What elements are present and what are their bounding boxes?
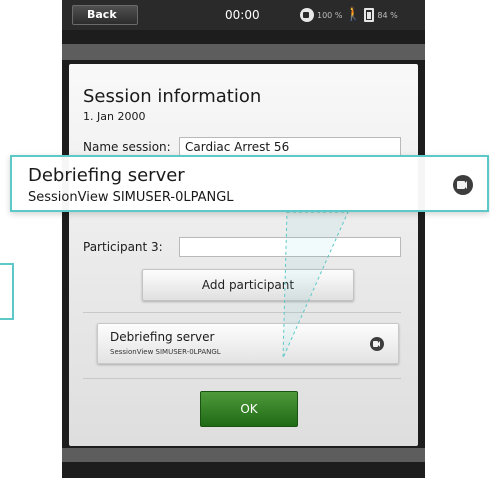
back-button[interactable]: Back — [72, 5, 138, 25]
debriefing-server-title: Debriefing server — [110, 330, 215, 344]
add-participant-button[interactable]: Add participant — [142, 269, 354, 301]
status-bar: Back 00:00 100 % 🚶 84 % — [62, 0, 425, 30]
divider — [83, 312, 401, 313]
volume-level: 100 % — [317, 10, 343, 20]
person-icon: 🚶 — [345, 7, 362, 22]
callout-subtitle: SessionView SIMUSER-0LPANGL — [28, 190, 234, 205]
camera-icon — [300, 8, 314, 22]
battery-icon — [364, 8, 375, 22]
debriefing-server-subtitle: SessionView SIMUSER-0LPANGL — [110, 348, 221, 356]
debriefing-server-button[interactable]: Debriefing server SessionView SIMUSER-0L… — [97, 323, 399, 364]
camera-icon — [370, 337, 384, 351]
status-icons: 100 % 🚶 84 % — [300, 7, 398, 23]
divider-stripe — [62, 448, 425, 462]
highlight-frame — [0, 263, 14, 320]
debriefing-server-callout: Debriefing server SessionView SIMUSER-0L… — [10, 155, 489, 212]
screen: Back 00:00 100 % 🚶 84 % Session informat… — [0, 0, 490, 478]
divider-stripe — [62, 44, 425, 60]
dialog-date: 1. Jan 2000 — [83, 110, 146, 123]
dialog-title: Session information — [83, 86, 262, 107]
participant-3-input[interactable] — [179, 237, 401, 257]
divider — [83, 378, 401, 379]
name-session-label: Name session: — [83, 140, 171, 154]
camera-icon — [453, 175, 473, 195]
battery-level: 84 % — [377, 10, 398, 20]
session-dialog: Session information 1. Jan 2000 Name ses… — [69, 64, 418, 446]
callout-title: Debriefing server — [28, 165, 185, 186]
device-frame: Back 00:00 100 % 🚶 84 % Session informat… — [62, 0, 425, 478]
ok-button[interactable]: OK — [200, 391, 298, 427]
participant-3-label: Participant 3: — [83, 240, 163, 254]
clock: 00:00 — [225, 8, 260, 22]
name-session-input[interactable]: Cardiac Arrest 56 — [179, 137, 401, 157]
